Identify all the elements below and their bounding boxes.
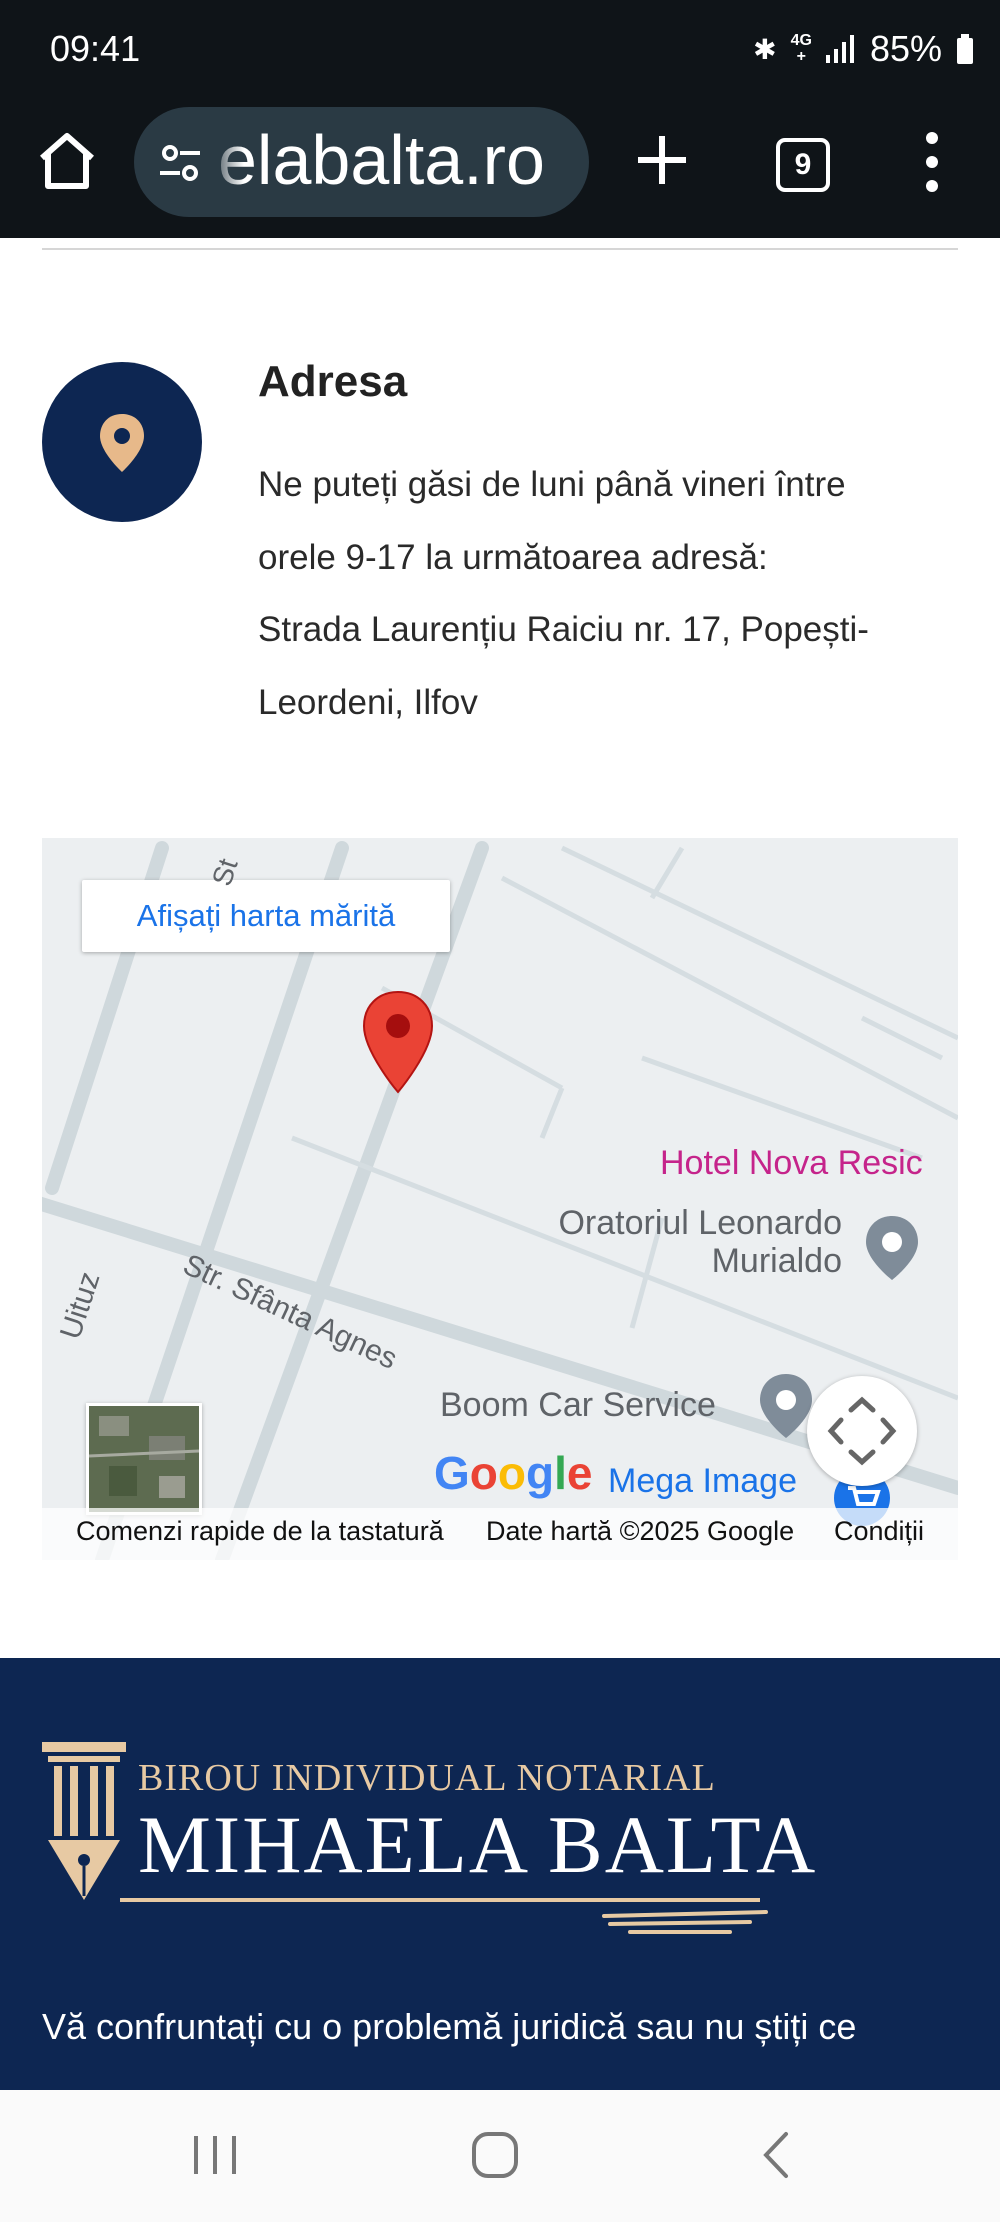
status-icons: ✱ 4G + 85% — [753, 28, 974, 70]
battery-icon — [957, 34, 973, 64]
footer-intro-text: Vă confruntați cu o problemă juridică sa… — [42, 2006, 857, 2047]
logo-letter: l — [554, 1447, 567, 1499]
home-nav-icon[interactable] — [470, 2130, 520, 2180]
location-marker-icon[interactable] — [358, 988, 438, 1098]
view-larger-map-button[interactable]: Afișați harta mărită — [82, 880, 450, 952]
poi-car-service[interactable]: Boom Car Service — [440, 1386, 716, 1425]
back-icon[interactable] — [756, 2130, 796, 2180]
satellite-layer-toggle[interactable] — [86, 1403, 202, 1515]
network-label: 4G — [790, 32, 812, 49]
poi-mega-image[interactable]: Mega Image — [608, 1462, 797, 1501]
address-icon-badge — [42, 362, 202, 522]
logo-letter: e — [566, 1447, 593, 1499]
poi-marker-icon — [760, 1374, 812, 1438]
logo-letter: G — [434, 1447, 470, 1499]
brand-name: MIHAELA BALTA — [138, 1799, 818, 1890]
network-arrows: + — [796, 48, 806, 65]
brand-subtitle: BIROU INDIVIDUAL NOTARIAL — [138, 1757, 716, 1799]
terms-link[interactable]: Condiții — [834, 1516, 924, 1547]
url-fade — [204, 117, 244, 207]
address-text-line: Leordeni, Ilfov — [258, 683, 478, 722]
browser-toolbar: elabalta.ro 9 — [0, 100, 1000, 238]
address-text-line: orele 9-17 la următoarea adresă: — [258, 538, 768, 577]
google-logo: Google — [434, 1446, 592, 1500]
poi-marker-icon — [866, 1216, 918, 1280]
brush-stroke-decoration — [602, 1910, 768, 1934]
notary-pen-logo-icon — [42, 1742, 126, 1900]
signal-icon — [825, 35, 854, 63]
logo-letter: o — [497, 1447, 526, 1499]
divider — [42, 248, 958, 250]
system-navigation-bar — [0, 2090, 1000, 2222]
poi-oratoriu-line: Oratoriul Leonardo — [558, 1204, 842, 1242]
fullscreen-icon — [827, 1396, 897, 1466]
status-bar: 09:41 ✱ 4G + 85% — [0, 0, 1000, 100]
battery-percent: 85% — [869, 28, 942, 69]
fullscreen-button[interactable] — [807, 1376, 917, 1486]
logo-letter: o — [469, 1447, 498, 1499]
new-tab-icon[interactable] — [632, 130, 692, 190]
address-text-line: Ne puteți găsi de luni până vineri între — [258, 465, 846, 504]
address-bar[interactable]: elabalta.ro — [134, 107, 589, 217]
map-footer: Comenzi rapide de la tastatură Date hart… — [42, 1508, 958, 1560]
network-type-icon: 4G + — [791, 33, 812, 65]
embedded-map[interactable]: Afișați harta mărită Str. Sfânta Agnes U… — [42, 838, 958, 1560]
recent-apps-icon[interactable] — [190, 2132, 240, 2178]
view-larger-map-label: Afișați harta mărită — [136, 898, 396, 933]
logo-letter: g — [526, 1447, 555, 1499]
brand-underline — [120, 1898, 760, 1902]
site-footer: BIROU INDIVIDUAL NOTARIAL MIHAELA BALTA … — [0, 1658, 1000, 2090]
url-text: elabalta.ro — [218, 121, 545, 199]
map-data-attribution: Date hartă ©2025 Google — [486, 1516, 795, 1546]
poi-oratoriu[interactable]: Oratoriul Leonardo Murialdo — [522, 1204, 842, 1280]
address-text-line: Strada Laurențiu Raiciu nr. 17, Popești- — [258, 610, 869, 649]
poi-oratoriu-line: Murialdo — [711, 1242, 842, 1280]
poi-hotel[interactable]: Hotel Nova Resic — [660, 1144, 923, 1183]
more-options-icon[interactable] — [912, 130, 952, 194]
site-settings-icon[interactable] — [156, 139, 204, 187]
home-icon[interactable] — [34, 128, 100, 194]
bluetooth-icon: ✱ — [753, 33, 777, 65]
address-title: Adresa — [258, 357, 408, 406]
satellite-preview-icon — [89, 1406, 199, 1512]
status-time: 09:41 — [50, 28, 141, 69]
tab-switcher-button[interactable]: 9 — [776, 138, 830, 192]
keyboard-shortcuts-link[interactable]: Comenzi rapide de la tastatură — [76, 1516, 444, 1547]
location-pin-icon — [100, 414, 144, 472]
